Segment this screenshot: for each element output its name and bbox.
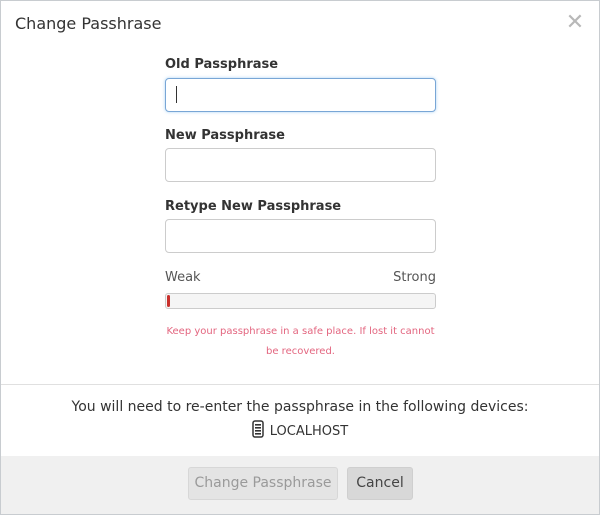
new-passphrase-label: New Passphrase (165, 128, 285, 143)
strength-meter (165, 293, 436, 309)
close-icon[interactable]: ✕ (565, 12, 585, 34)
device-item: LOCALHOST (252, 420, 348, 442)
old-passphrase-input[interactable] (165, 78, 436, 112)
device-list: LOCALHOST (1, 420, 599, 442)
warning-line-2: be recovered. (266, 346, 335, 357)
change-passphrase-button[interactable]: Change Passphrase (188, 467, 338, 500)
retype-passphrase-label: Retype New Passphrase (165, 199, 342, 214)
text-caret (176, 86, 177, 103)
old-passphrase-label: Old Passphrase (165, 57, 279, 72)
dialog-header: Change Passhrase ✕ (1, 1, 599, 51)
old-passphrase-wrapper (165, 78, 436, 112)
strength-meter-fill (167, 295, 170, 307)
retype-passphrase-input[interactable] (165, 219, 436, 253)
dialog-footer: Change Passphrase Cancel (1, 456, 599, 514)
passphrase-warning: Keep your passphrase in a safe place. If… (155, 322, 446, 362)
change-passphrase-dialog: Change Passhrase ✕ Old Passphrase New Pa… (0, 0, 600, 515)
weak-label: Weak (165, 270, 201, 285)
device-icon (252, 420, 264, 442)
dialog-title: Change Passhrase (15, 14, 162, 33)
warning-line-1: Keep your passphrase in a safe place. If… (166, 326, 435, 337)
devices-message: You will need to re-enter the passphrase… (71, 399, 529, 415)
new-passphrase-input[interactable] (165, 148, 436, 182)
divider (1, 384, 599, 385)
strong-label: Strong (393, 270, 436, 285)
device-name: LOCALHOST (269, 423, 349, 439)
cancel-button[interactable]: Cancel (347, 467, 413, 500)
